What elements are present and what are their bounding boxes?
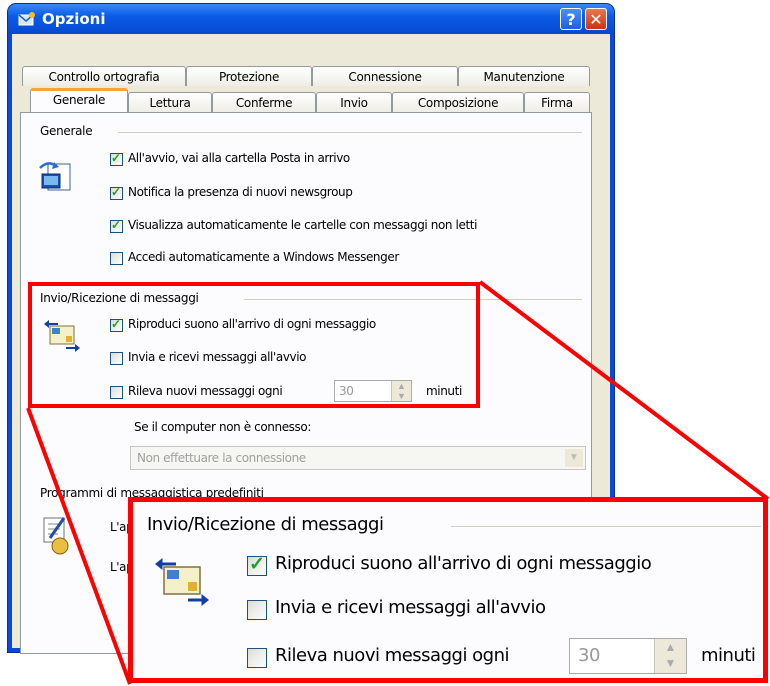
zoom-checkbox-send-receive-startup[interactable] xyxy=(247,600,267,620)
zoom-label-play-sound: Riproduci suono all'arrivo di ogni messa… xyxy=(275,553,652,574)
zoom-send-receive-icon xyxy=(155,558,209,606)
zoom-checkbox-play-sound[interactable] xyxy=(247,553,267,576)
zoom-label-interval-unit: minuti xyxy=(701,645,756,666)
zoom-checkbox-check-messages[interactable] xyxy=(247,648,267,668)
zoom-group-heading: Invio/Ricezione di messaggi xyxy=(147,514,384,535)
zoom-label-send-receive-startup: Invia e ricevi messaggi all'avvio xyxy=(275,597,546,618)
zoom-interval-spinner[interactable]: 30 ▲ ▼ xyxy=(569,638,687,674)
zoom-spinner-arrows-icon[interactable]: ▲ ▼ xyxy=(654,639,686,673)
zoom-divider xyxy=(451,526,761,527)
zoom-callout: Invio/Ricezione di messaggi Riproduci su… xyxy=(128,497,768,683)
zoom-interval-value: 30 xyxy=(578,645,600,666)
zoom-label-check-messages: Rileva nuovi messaggi ogni xyxy=(275,645,510,666)
tab-generale[interactable]: Generale xyxy=(30,88,128,112)
